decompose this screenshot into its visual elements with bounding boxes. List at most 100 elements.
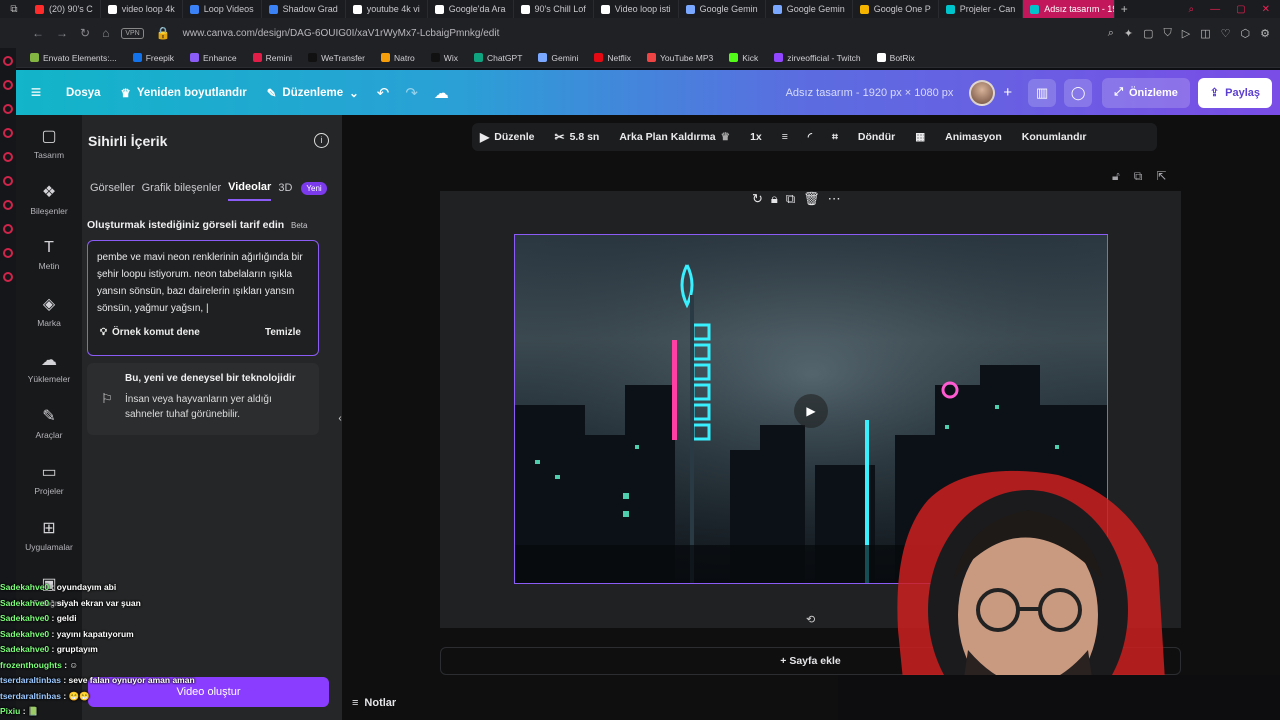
info-icon[interactable]: i (314, 133, 329, 148)
file-menu[interactable]: Dosya (56, 87, 111, 99)
settings-icon[interactable]: ⚙ (1260, 27, 1270, 40)
maximize-icon[interactable]: ▢ (1236, 4, 1245, 15)
pin-icon[interactable]: ✦ (1124, 27, 1133, 40)
close-window-icon[interactable]: ✕ (1262, 4, 1270, 15)
bookmark-item[interactable]: WeTransfer (308, 53, 365, 63)
bookmark-item[interactable]: Enhance (190, 53, 237, 63)
more-icon[interactable]: ⋯ (828, 191, 841, 207)
rail-item-uploads[interactable]: ☁ Yüklemeler (16, 339, 82, 395)
bookmark-item[interactable]: ChatGPT (473, 53, 522, 63)
bookmark-item[interactable]: Envato Elements:... (30, 53, 117, 63)
bookmark-item[interactable]: Gemini (538, 53, 578, 63)
sidebar-app-icon[interactable] (3, 176, 13, 186)
browser-tab[interactable]: Projeler - Can (939, 0, 1024, 18)
preview-button[interactable]: ⤢ Önizleme (1102, 77, 1190, 108)
bookmark-item[interactable]: Remini (252, 53, 292, 63)
menu-icon[interactable]: ≡ (16, 82, 56, 103)
trim-button[interactable]: ✂ 5.8 sn (555, 130, 600, 144)
sidebar-app-icon[interactable] (3, 248, 13, 258)
bookmark-item[interactable]: Freepik (132, 53, 174, 63)
avatar[interactable] (969, 79, 996, 106)
bookmark-item[interactable]: YouTube MP3 (646, 53, 713, 63)
add-page-icon[interactable]: ⇱ (1156, 169, 1166, 184)
lock-icon[interactable]: 🔒 (156, 26, 171, 40)
edit-video-button[interactable]: ▶︎ Düzenle (480, 130, 535, 144)
rail-item-elements[interactable]: ❖ Bileşenler (16, 171, 82, 227)
insights-icon[interactable]: ▥ (1028, 78, 1057, 107)
transparency-icon[interactable]: ▦ (915, 131, 925, 143)
comment-icon[interactable]: ◯ (1064, 78, 1093, 107)
bookmark-item[interactable]: zirveofficial - Twitch (774, 53, 861, 63)
browser-tab[interactable]: Shadow Grad (262, 0, 346, 18)
cloud-save-icon[interactable]: ☁ (426, 84, 457, 102)
sidebar-app-icon[interactable] (3, 56, 13, 66)
new-tab-button[interactable]: + (1115, 2, 1133, 16)
corner-rounding-icon[interactable]: ◜ (808, 131, 812, 143)
rail-item-brand[interactable]: ◈ Marka (16, 283, 82, 339)
rail-item-design[interactable]: ▢ Tasarım (16, 115, 82, 171)
bookmark-item[interactable]: Kick (729, 53, 758, 63)
browser-tab[interactable]: video loop 4k (101, 0, 183, 18)
duplicate-icon[interactable]: ⧉ (786, 191, 795, 207)
sample-prompt-button[interactable]: 💡︎ Örnek komut dene (100, 327, 200, 338)
sidebar-app-icon[interactable] (3, 224, 13, 234)
rotate-button[interactable]: Döndür (858, 131, 895, 143)
share-button[interactable]: ⇪ Paylaş (1197, 77, 1272, 108)
panel-tab[interactable]: Grafik bileşenler (142, 182, 221, 200)
panel-tab[interactable]: Görseller (90, 182, 135, 200)
forward-icon[interactable]: → (56, 26, 68, 40)
resize-button[interactable]: ♛ Yeniden boyutlandır (111, 86, 257, 100)
border-style-icon[interactable]: ≡ (782, 131, 788, 143)
sidebar-app-icon[interactable] (3, 200, 13, 210)
sidebar-app-icon[interactable] (3, 272, 13, 282)
lock-element-icon[interactable]: 🔒︎ (771, 191, 778, 207)
browser-tab[interactable]: Loop Videos (183, 0, 262, 18)
browser-tab[interactable]: 90's Chill Lof (514, 0, 594, 18)
lock-icon[interactable]: 🔓︎ (1112, 169, 1120, 184)
rail-item-projects[interactable]: ▭ Projeler (16, 451, 82, 507)
editing-mode-dropdown[interactable]: ✎ Düzenleme ⌄ (257, 86, 369, 100)
animate-button[interactable]: Animasyon (945, 131, 1002, 143)
add-collaborator-icon[interactable]: + (995, 84, 1020, 101)
position-button[interactable]: Konumlandır (1022, 131, 1087, 143)
bookmark-item[interactable]: Netflix (594, 53, 631, 63)
rail-item-apps[interactable]: ⊞ Uygulamalar (16, 507, 82, 563)
prompt-textarea[interactable]: pembe ve mavi neon renklerinin ağırlığın… (87, 240, 319, 356)
notes-button[interactable]: ≡ Notlar (352, 697, 396, 709)
zoom-icon[interactable]: ⌕ (1108, 27, 1114, 40)
crop-icon[interactable]: ⌗ (832, 131, 838, 144)
panel-tab[interactable]: 3D (278, 182, 292, 200)
bookmark-item[interactable]: Natro (381, 53, 415, 63)
browser-tab[interactable]: (20) 90's C (28, 0, 101, 18)
rail-item-text[interactable]: T Metin (16, 227, 82, 283)
vpn-badge[interactable]: VPN (121, 27, 144, 39)
play-icon[interactable]: ▷ (1182, 27, 1190, 40)
delete-icon[interactable]: 🗑︎ (803, 191, 820, 207)
sidebar-app-icon[interactable] (3, 80, 13, 90)
minimize-icon[interactable]: — (1210, 4, 1220, 15)
browser-tab[interactable]: Google Gemin (679, 0, 766, 18)
rotate-handle-icon[interactable]: ⟲ (806, 613, 815, 626)
duplicate-page-icon[interactable]: ⧉ (1134, 169, 1143, 184)
back-icon[interactable]: ← (32, 26, 44, 40)
url-field[interactable]: www.canva.com/design/DAG-6OUIG0I/xaV1rWy… (183, 28, 500, 39)
clear-button[interactable]: Temizle (265, 327, 301, 338)
search-tabs-icon[interactable]: ⌕ (1189, 4, 1195, 15)
prompt-text[interactable]: pembe ve mavi neon renklerinin ağırlığın… (97, 249, 315, 317)
sidebar-app-icon[interactable] (3, 128, 13, 138)
bg-remove-button[interactable]: Arka Plan Kaldırma ♛ (619, 131, 730, 143)
extensions-icon[interactable]: ⬡ (1241, 27, 1251, 40)
regenerate-icon[interactable]: ↻ (752, 191, 763, 207)
browser-tab[interactable]: Google Gemin (766, 0, 853, 18)
browser-tab[interactable]: Adsız tasarım - 1920 × 1( (1023, 0, 1116, 18)
redo-icon[interactable]: ↷ (397, 84, 426, 102)
shield-icon[interactable]: ⛉ (1164, 27, 1172, 40)
document-title[interactable]: Adsız tasarım - 1920 px × 1080 px (786, 87, 970, 99)
rail-item-tools[interactable]: ✎ Araçlar (16, 395, 82, 451)
play-button[interactable]: ▶ (794, 394, 828, 428)
browser-menu-icon[interactable]: ⧉ (0, 4, 28, 15)
sidebar-app-icon[interactable] (3, 152, 13, 162)
browser-tab[interactable]: Google'da Ara (428, 0, 514, 18)
panel-tab[interactable]: Videolar (228, 181, 272, 201)
heart-icon[interactable]: ♡ (1221, 27, 1231, 40)
